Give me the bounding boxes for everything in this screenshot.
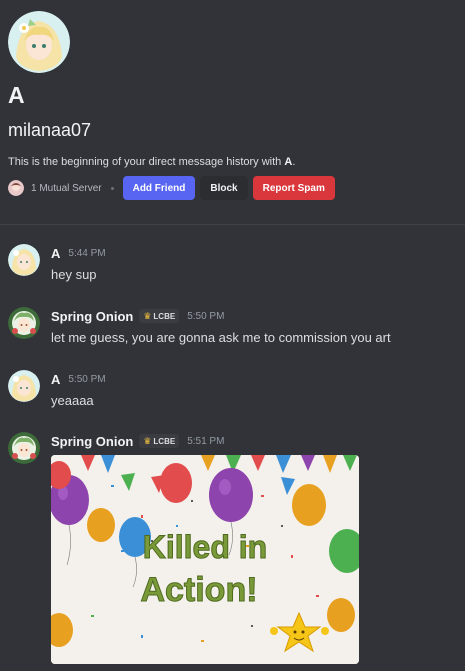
crown-icon: ♛ bbox=[143, 310, 152, 321]
timestamp: 5:50 PM bbox=[187, 310, 225, 322]
dm-username: milanaa07 bbox=[8, 120, 92, 140]
message-body: Spring Onion ♛ LCBE 5:50 PM let me guess,… bbox=[51, 307, 456, 346]
divider bbox=[0, 224, 465, 225]
beginning-prefix: This is the beginning of your direct mes… bbox=[8, 156, 285, 168]
author-name[interactable]: Spring Onion bbox=[51, 434, 133, 449]
separator-dot bbox=[110, 186, 114, 190]
timestamp: 5:50 PM bbox=[68, 373, 106, 385]
server-tag[interactable]: ♛ LCBE bbox=[139, 434, 180, 448]
message-body: A 5:44 PM hey sup bbox=[51, 244, 456, 283]
server-tag-label: LCBE bbox=[153, 436, 176, 446]
avatar[interactable] bbox=[8, 370, 40, 402]
message-body: Spring Onion ♛ LCBE 5:51 PM bbox=[51, 432, 456, 450]
server-tag-label: LCBE bbox=[153, 311, 176, 321]
author-name[interactable]: A bbox=[51, 246, 60, 261]
author-name[interactable]: Spring Onion bbox=[51, 309, 133, 324]
timestamp: 5:44 PM bbox=[68, 247, 106, 259]
message-header: Spring Onion ♛ LCBE 5:51 PM bbox=[51, 432, 456, 450]
dm-channel: A milanaa07 This is the beginning of you… bbox=[0, 0, 465, 671]
author-name[interactable]: A bbox=[51, 372, 60, 387]
block-button[interactable]: Block bbox=[200, 176, 248, 200]
dm-intro: A milanaa07 This is the beginning of you… bbox=[8, 11, 458, 200]
add-friend-button[interactable]: Add Friend bbox=[122, 176, 196, 200]
image-attachment[interactable]: Killed in Action! bbox=[51, 455, 359, 664]
avatar[interactable] bbox=[8, 307, 40, 339]
crown-icon: ♛ bbox=[143, 435, 152, 446]
message-header: Spring Onion ♛ LCBE 5:50 PM bbox=[51, 307, 456, 325]
message-header: A 5:50 PM bbox=[51, 370, 456, 388]
message-body: A 5:50 PM yeaaaa bbox=[51, 370, 456, 409]
report-spam-button[interactable]: Report Spam bbox=[252, 176, 335, 200]
dm-actions: 1 Mutual Server Add Friend Block Report … bbox=[8, 176, 458, 200]
server-tag[interactable]: ♛ LCBE bbox=[139, 309, 180, 323]
dm-beginning-text: This is the beginning of your direct mes… bbox=[8, 155, 458, 169]
mutual-servers-link[interactable]: 1 Mutual Server bbox=[31, 183, 102, 194]
caption-line2: Action! bbox=[140, 571, 257, 609]
profile-avatar[interactable] bbox=[8, 11, 70, 73]
caption-line1: Killed in bbox=[143, 529, 267, 565]
message-text: hey sup bbox=[51, 267, 97, 282]
dm-display-name: A bbox=[8, 82, 25, 108]
beginning-suffix: . bbox=[292, 156, 296, 168]
message-header: A 5:44 PM bbox=[51, 244, 456, 262]
avatar[interactable] bbox=[8, 244, 40, 276]
message-text: yeaaaa bbox=[51, 393, 94, 408]
avatar[interactable] bbox=[8, 432, 40, 464]
message-text: let me guess, you are gonna ask me to co… bbox=[51, 330, 391, 345]
mutual-server-icon bbox=[8, 180, 24, 196]
timestamp: 5:51 PM bbox=[187, 435, 225, 447]
